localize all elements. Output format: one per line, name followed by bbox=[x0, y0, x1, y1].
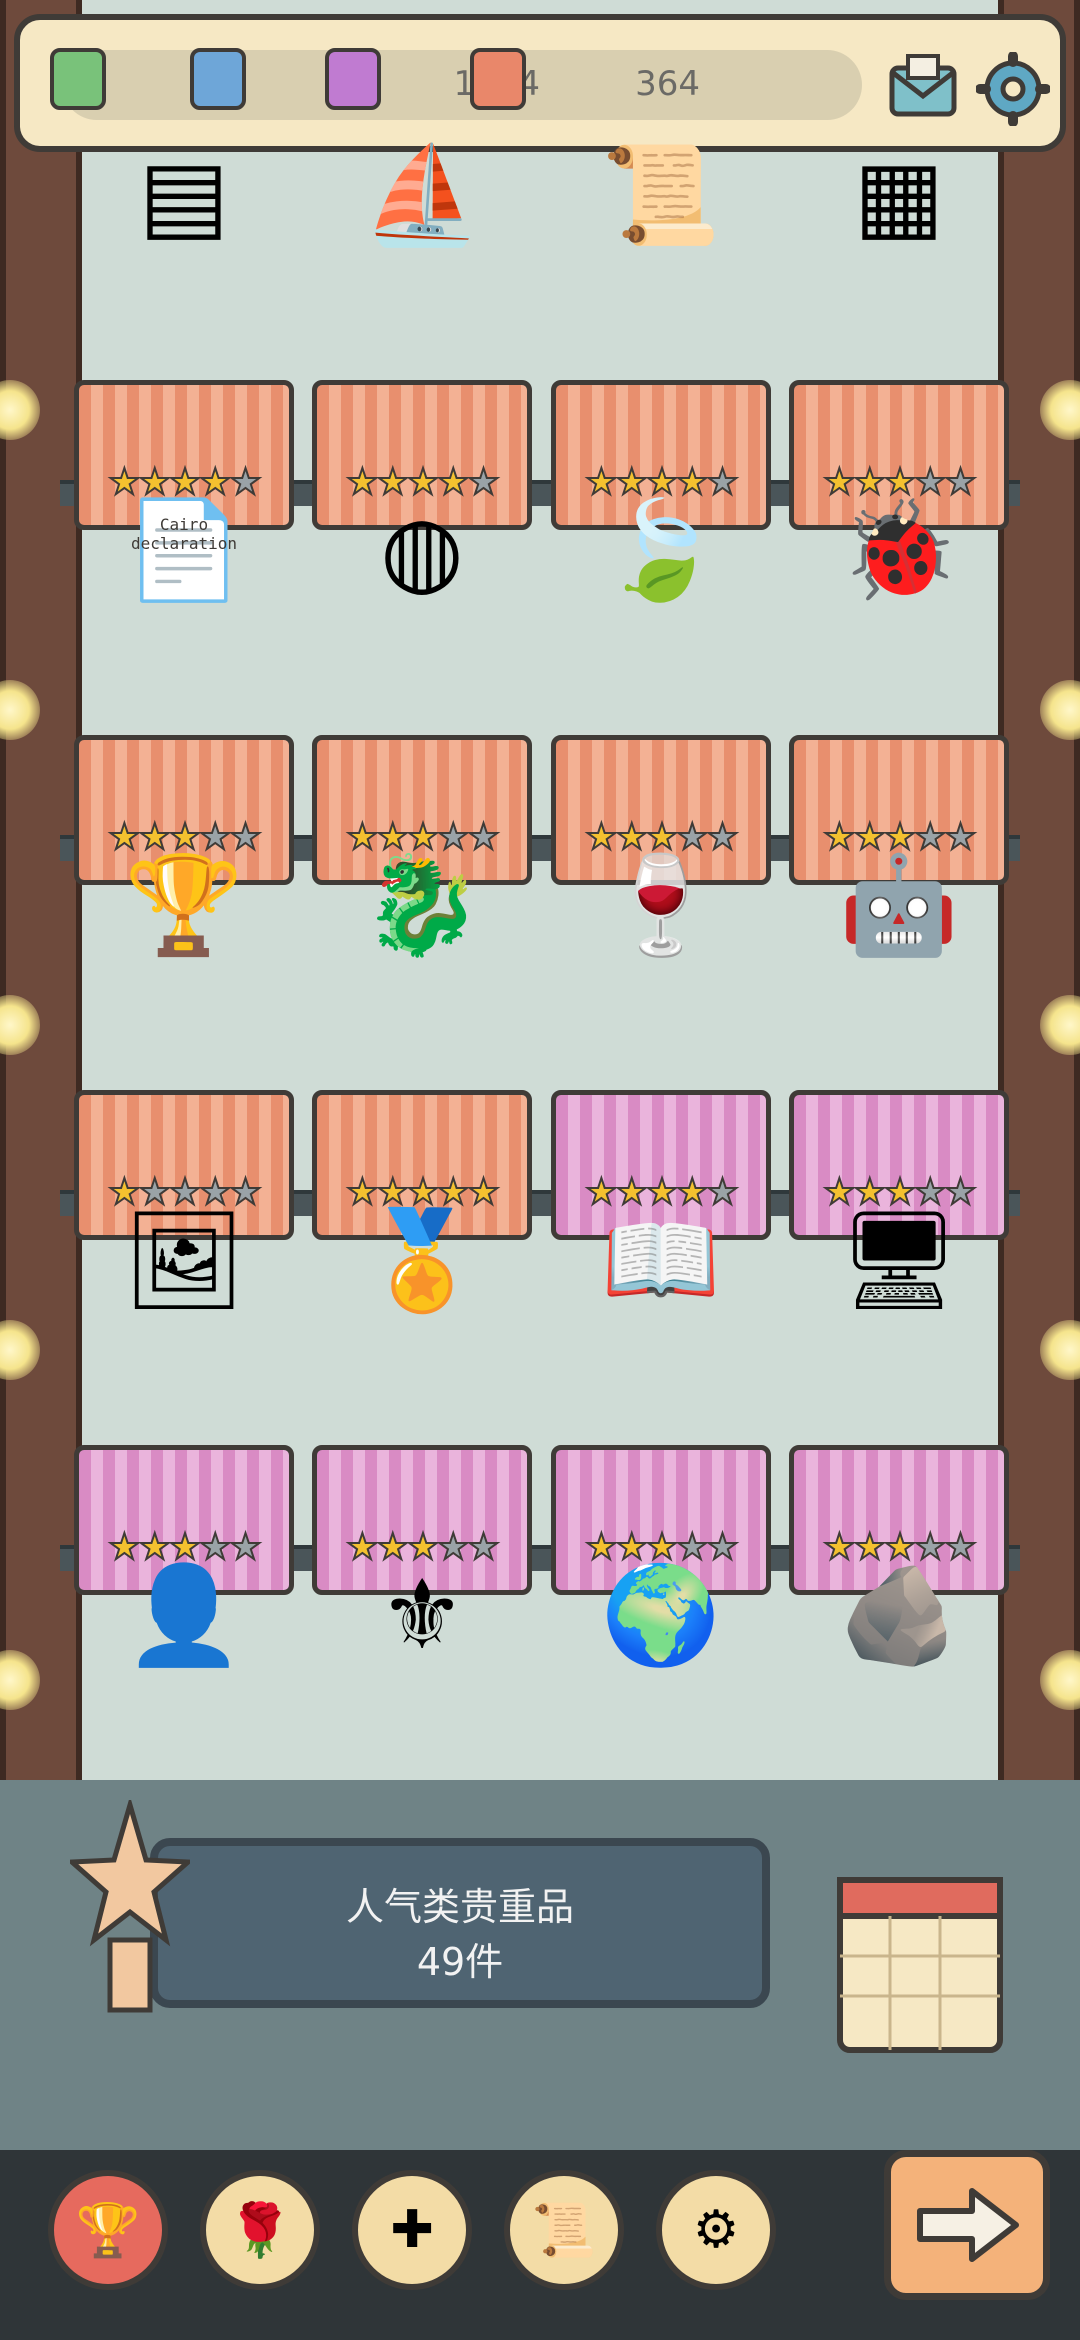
scroll-nav-button[interactable]: 📜 bbox=[504, 2170, 624, 2290]
document-icon: 📜 bbox=[601, 138, 721, 251]
rover-icon: 🤖 bbox=[839, 848, 959, 961]
category-title: 人气类贵重品 bbox=[345, 1885, 574, 1929]
next-button[interactable] bbox=[884, 2150, 1050, 2300]
portrait-icon: 👤 bbox=[124, 1558, 244, 1671]
star-trophy bbox=[65, 1796, 195, 2030]
right-pillar bbox=[998, 0, 1080, 1900]
globe-icon: 🌍 bbox=[601, 1558, 721, 1671]
calendar[interactable] bbox=[830, 1860, 1010, 2060]
red-jar-icon bbox=[470, 48, 526, 110]
cross-icon: ✚ bbox=[390, 2200, 434, 2260]
rose-icon: 🌹 bbox=[227, 2200, 293, 2261]
coat-of-arms-icon: ⚜ bbox=[378, 1559, 466, 1671]
trophy-nav-button[interactable]: 🏆 bbox=[48, 2170, 168, 2290]
cross-nav-button[interactable]: ✚ bbox=[352, 2170, 472, 2290]
category-panel: 人气类贵重品 49件 bbox=[150, 1838, 770, 2008]
resource-count: 364 bbox=[635, 64, 700, 104]
star-trophy-icon bbox=[65, 1796, 195, 2013]
book-icon: 📖 bbox=[601, 1203, 721, 1316]
painting-icon: 🖼 bbox=[123, 1203, 245, 1316]
statue-icon: 🏆 bbox=[124, 848, 244, 961]
purple-jar-icon bbox=[325, 48, 381, 110]
left-pillar bbox=[0, 0, 82, 1900]
gear-nav-button[interactable]: ⚙ bbox=[656, 2170, 776, 2290]
trophy-icon: 🏆 bbox=[75, 2200, 141, 2261]
computer-icon: 🖥 bbox=[838, 1203, 960, 1316]
leaf-icon: 🍃 bbox=[601, 493, 721, 606]
item-caption: Cairo declaration bbox=[131, 515, 237, 553]
stone-tablet-icon: 🪨 bbox=[839, 1558, 959, 1671]
gear-icon: ⚙ bbox=[692, 2200, 740, 2260]
beetle-frame-icon: 🐞 bbox=[839, 493, 959, 606]
dragon-statue-icon: 🐉 bbox=[362, 848, 482, 961]
tablet-icon: ▦ bbox=[853, 139, 945, 251]
case-icon: ◍ bbox=[380, 494, 464, 606]
rose-nav-button[interactable]: 🌹 bbox=[200, 2170, 320, 2290]
blue-jar-icon bbox=[190, 48, 246, 110]
green-jar-icon bbox=[50, 48, 106, 110]
calendar-icon bbox=[837, 1877, 1003, 2053]
arrow-right-icon bbox=[917, 2188, 1019, 2262]
mail-icon bbox=[889, 54, 957, 117]
settings-button[interactable] bbox=[970, 46, 1056, 132]
medal-icon: 🏅 bbox=[362, 1203, 482, 1316]
scroll-icon: 📜 bbox=[531, 2200, 597, 2261]
category-count: 49件 bbox=[416, 1940, 504, 1984]
poster-icon: ▤ bbox=[138, 139, 230, 251]
goblet-icon: 🍷 bbox=[601, 848, 721, 961]
gear-icon bbox=[976, 52, 1050, 126]
sailing-ship-icon: ⛵ bbox=[362, 138, 482, 251]
